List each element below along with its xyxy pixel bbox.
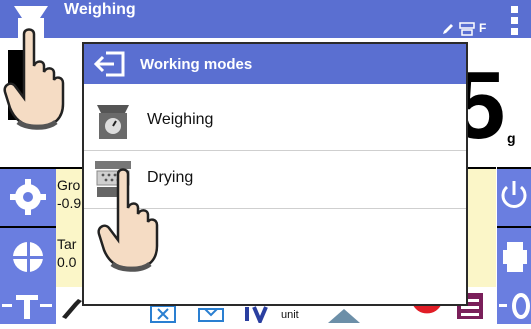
mode-label: Weighing	[147, 111, 214, 128]
current-mode-label: Weighing	[64, 1, 136, 18]
drying-icon	[95, 161, 131, 197]
zero-button[interactable]	[497, 287, 531, 324]
tare-label: Tar	[57, 236, 77, 252]
mode-item-drying[interactable]: Drying	[84, 151, 466, 209]
tray-icon[interactable]	[197, 305, 225, 323]
gross-value: -0.9	[57, 195, 82, 211]
mode-item-weighing[interactable]: Weighing	[84, 93, 466, 151]
working-modes-dialog: Working modes Weighing Drying	[82, 42, 468, 306]
crosshair-icon	[11, 240, 45, 274]
unit-button[interactable]: unit	[281, 309, 299, 321]
power-icon	[501, 181, 527, 208]
print-button[interactable]	[497, 226, 531, 288]
checkbox-x-icon[interactable]	[150, 305, 176, 323]
scale-icon	[14, 6, 48, 38]
scale-zero-button[interactable]	[0, 226, 56, 288]
pyramid-icon[interactable]	[326, 305, 362, 323]
unit-label: g	[507, 130, 516, 146]
settings-button[interactable]	[0, 167, 56, 227]
scale-icon	[97, 105, 129, 139]
arrow-zero-icon	[499, 293, 530, 319]
tare-t-icon	[2, 295, 52, 319]
gross-label: Gro	[57, 177, 81, 193]
mode-label: Drying	[147, 169, 194, 186]
tare-button[interactable]	[0, 287, 56, 324]
indicator-f: F	[479, 21, 487, 35]
back-button[interactable]	[92, 48, 128, 80]
gear-icon	[10, 179, 46, 215]
dialog-title: Working modes	[140, 56, 253, 73]
pencil-icon	[443, 24, 453, 34]
iv-icon[interactable]	[242, 305, 272, 323]
kebab-menu-icon[interactable]	[508, 4, 520, 36]
reading-fragment-left	[8, 50, 28, 120]
exit-arrow-icon	[93, 51, 125, 77]
power-button[interactable]	[497, 167, 531, 227]
tare-value: 0.0	[57, 254, 77, 270]
balance-icon	[459, 22, 475, 36]
dialog-header: Working modes	[84, 44, 466, 84]
top-bar: Weighing F	[0, 0, 531, 38]
working-mode-button[interactable]	[8, 2, 54, 38]
printer-icon	[503, 242, 527, 272]
